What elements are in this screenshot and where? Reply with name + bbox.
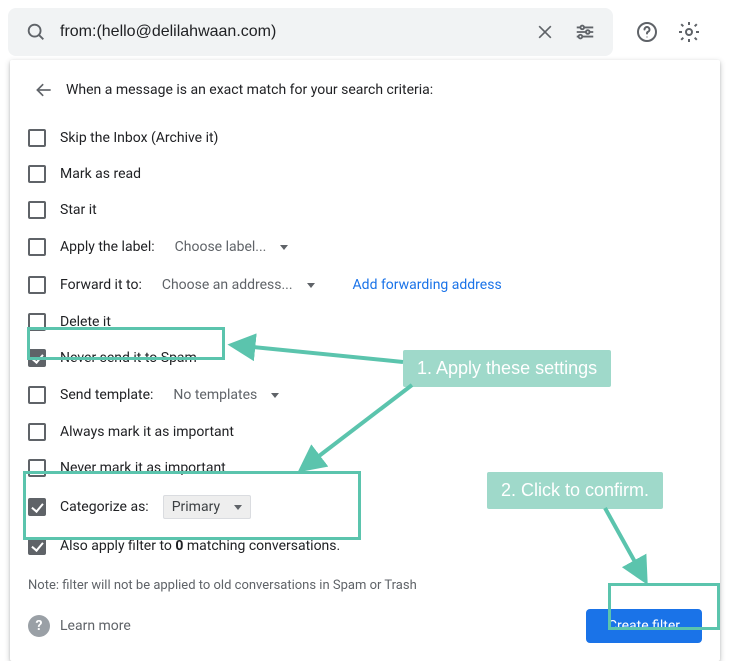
template-select[interactable]: No templates — [167, 385, 285, 405]
learn-more[interactable]: ? Learn more — [28, 615, 131, 637]
checkbox[interactable] — [28, 276, 46, 294]
panel-header: When a message is an exact match for you… — [28, 74, 702, 114]
learn-more-label: Learn more — [60, 618, 131, 634]
select-value: No templates — [173, 387, 257, 403]
chevron-down-icon — [271, 393, 279, 398]
panel-footer: ? Learn more Create filter — [28, 601, 702, 643]
create-filter-button[interactable]: Create filter — [586, 609, 702, 643]
opt-always-important[interactable]: Always mark it as important — [28, 414, 702, 450]
checkbox[interactable] — [28, 165, 46, 183]
opt-star[interactable]: Star it — [28, 192, 702, 228]
chevron-down-icon — [234, 505, 242, 510]
opt-label: Apply the label: — [60, 239, 155, 255]
match-count: 0 — [175, 538, 183, 554]
opt-label: Also apply filter to 0 matching conversa… — [60, 538, 340, 554]
gear-icon[interactable] — [669, 12, 709, 52]
topbar-actions — [627, 12, 723, 52]
opt-delete[interactable]: Delete it — [28, 304, 702, 340]
chevron-down-icon — [280, 245, 288, 250]
opt-label: Star it — [60, 202, 97, 218]
opt-label: Never send it to Spam — [60, 350, 197, 366]
checkbox[interactable] — [28, 459, 46, 477]
checkbox[interactable] — [28, 349, 46, 367]
opt-label: Skip the Inbox (Archive it) — [60, 130, 218, 146]
checkbox[interactable] — [28, 498, 46, 516]
panel-heading: When a message is an exact match for you… — [66, 82, 433, 98]
checkbox[interactable] — [28, 129, 46, 147]
checkbox[interactable] — [28, 537, 46, 555]
opt-label: Mark as read — [60, 166, 141, 182]
tune-icon[interactable] — [565, 12, 605, 52]
opt-apply-label[interactable]: Apply the label: Choose label... — [28, 228, 702, 266]
opt-forward[interactable]: Forward it to: Choose an address... Add … — [28, 266, 702, 304]
back-icon[interactable] — [28, 74, 60, 106]
opt-label: Always mark it as important — [60, 424, 234, 440]
annotation-step1: 1. Apply these settings — [403, 350, 611, 387]
help-icon[interactable] — [627, 12, 667, 52]
help-filled-icon: ? — [28, 615, 50, 637]
opt-label: Categorize as: — [60, 499, 149, 515]
opt-skip-inbox[interactable]: Skip the Inbox (Archive it) — [28, 120, 702, 156]
checkbox[interactable] — [28, 238, 46, 256]
opt-label: Forward it to: — [60, 277, 142, 293]
annotation-step2: 2. Click to confirm. — [487, 472, 663, 509]
opt-label: Delete it — [60, 314, 111, 330]
add-forwarding-link[interactable]: Add forwarding address — [353, 277, 502, 293]
checkbox[interactable] — [28, 386, 46, 404]
label-select[interactable]: Choose label... — [169, 237, 295, 257]
category-select[interactable]: Primary — [163, 495, 251, 519]
clear-icon[interactable] — [525, 12, 565, 52]
opt-label: Send template: — [60, 387, 153, 403]
search-field-wrap[interactable] — [8, 8, 613, 56]
forward-select[interactable]: Choose an address... — [156, 275, 321, 295]
checkbox[interactable] — [28, 313, 46, 331]
opt-mark-read[interactable]: Mark as read — [28, 156, 702, 192]
select-value: Primary — [172, 499, 220, 515]
opt-apply-existing[interactable]: Also apply filter to 0 matching conversa… — [28, 528, 702, 564]
search-input[interactable] — [56, 23, 525, 41]
select-value: Choose an address... — [162, 277, 293, 293]
filter-panel: When a message is an exact match for you… — [10, 60, 720, 661]
search-icon — [16, 12, 56, 52]
checkbox[interactable] — [28, 201, 46, 219]
panel-note: Note: filter will not be applied to old … — [28, 564, 702, 601]
opt-label: Never mark it as important — [60, 460, 226, 476]
chevron-down-icon — [307, 283, 315, 288]
top-bar — [0, 0, 731, 58]
checkbox[interactable] — [28, 423, 46, 441]
select-value: Choose label... — [175, 239, 267, 255]
